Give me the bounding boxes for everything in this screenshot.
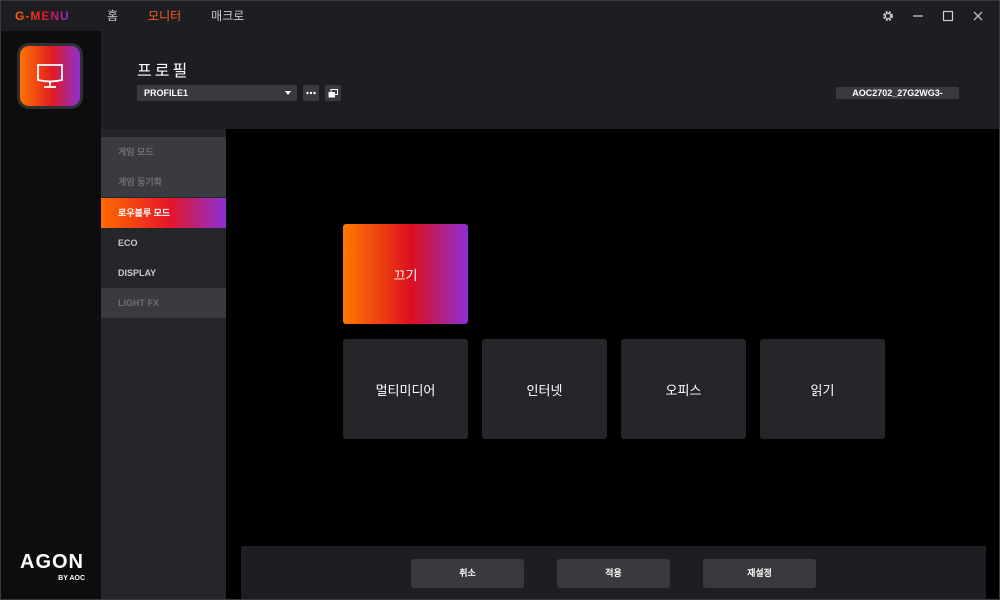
tab-macro[interactable]: 매크로 xyxy=(211,7,244,24)
submenu-item-game-sync[interactable]: 게임 동기화 xyxy=(101,167,226,197)
title-bar: G-MENU 홈 모니터 매크로 xyxy=(1,1,999,31)
monitor-icon xyxy=(37,64,63,88)
low-blue-mode-panel: 끄기 멀티미디어 인터넷 오피스 읽기 xyxy=(226,129,999,546)
top-nav: 홈 모니터 매크로 xyxy=(107,7,244,24)
mode-card-label: 인터넷 xyxy=(526,382,563,398)
mode-card-multimedia[interactable]: 멀티미디어 xyxy=(343,339,468,439)
reset-button[interactable]: 재설정 xyxy=(703,559,816,588)
submenu-item-eco[interactable]: ECO xyxy=(101,228,226,258)
mode-card-label: 오피스 xyxy=(665,382,702,398)
agon-logo-sub: BY AOC xyxy=(58,575,85,582)
maximize-icon xyxy=(942,10,954,22)
mode-card-label: 읽기 xyxy=(810,382,835,398)
mode-card-office[interactable]: 오피스 xyxy=(621,339,746,439)
action-footer: 취소 적용 재설정 xyxy=(241,546,986,599)
submenu-item-low-blue-mode[interactable]: 로우블루 모드 xyxy=(101,198,226,228)
window-controls xyxy=(879,7,987,25)
close-button[interactable] xyxy=(969,7,987,25)
minimize-button[interactable] xyxy=(909,7,927,25)
profile-header: 프로필 PROFILE1 AOC2702_27G2WG3- xyxy=(101,31,999,129)
tab-home[interactable]: 홈 xyxy=(107,7,118,24)
page-title: 프로필 xyxy=(137,63,191,80)
monitor-model-badge: AOC2702_27G2WG3- xyxy=(836,87,959,99)
more-options-button[interactable] xyxy=(303,85,319,101)
mode-card-internet[interactable]: 인터넷 xyxy=(482,339,607,439)
mode-card-reading[interactable]: 읽기 xyxy=(760,339,885,439)
gear-icon xyxy=(883,11,893,21)
agon-logo: AGON BY AOC xyxy=(15,551,89,582)
app-window: G-MENU 홈 모니터 매크로 AGON BY AOC 프로필 PROFILE… xyxy=(0,0,1000,600)
mode-card-label: 끄기 xyxy=(393,267,418,283)
left-rail: AGON BY AOC xyxy=(1,31,101,599)
tab-monitor[interactable]: 모니터 xyxy=(148,7,181,24)
submenu-item-light-fx[interactable]: LIGHT FX xyxy=(101,288,226,318)
app-brand: G-MENU xyxy=(15,9,70,23)
profile-dropdown-value: PROFILE1 xyxy=(144,88,189,98)
minimize-icon xyxy=(913,15,923,17)
submenu-item-game-mode[interactable]: 게임 모드 xyxy=(101,137,226,167)
copy-icon xyxy=(328,88,338,97)
close-icon xyxy=(973,11,983,21)
cancel-button[interactable]: 취소 xyxy=(411,559,524,588)
settings-submenu: 게임 모드 게임 동기화 로우블루 모드 ECO DISPLAY LIGHT F… xyxy=(101,129,226,599)
apply-button[interactable]: 적용 xyxy=(557,559,670,588)
submenu-item-display[interactable]: DISPLAY xyxy=(101,258,226,288)
chevron-down-icon xyxy=(285,91,291,95)
settings-button[interactable] xyxy=(879,7,897,25)
copy-profile-button[interactable] xyxy=(325,85,341,101)
mode-card-label: 멀티미디어 xyxy=(375,382,436,398)
agon-logo-main: AGON xyxy=(20,551,84,573)
mode-card-off[interactable]: 끄기 xyxy=(343,224,468,324)
monitor-device-tile[interactable] xyxy=(17,43,83,109)
more-icon xyxy=(306,91,316,95)
maximize-button[interactable] xyxy=(939,7,957,25)
profile-dropdown[interactable]: PROFILE1 xyxy=(137,85,297,101)
